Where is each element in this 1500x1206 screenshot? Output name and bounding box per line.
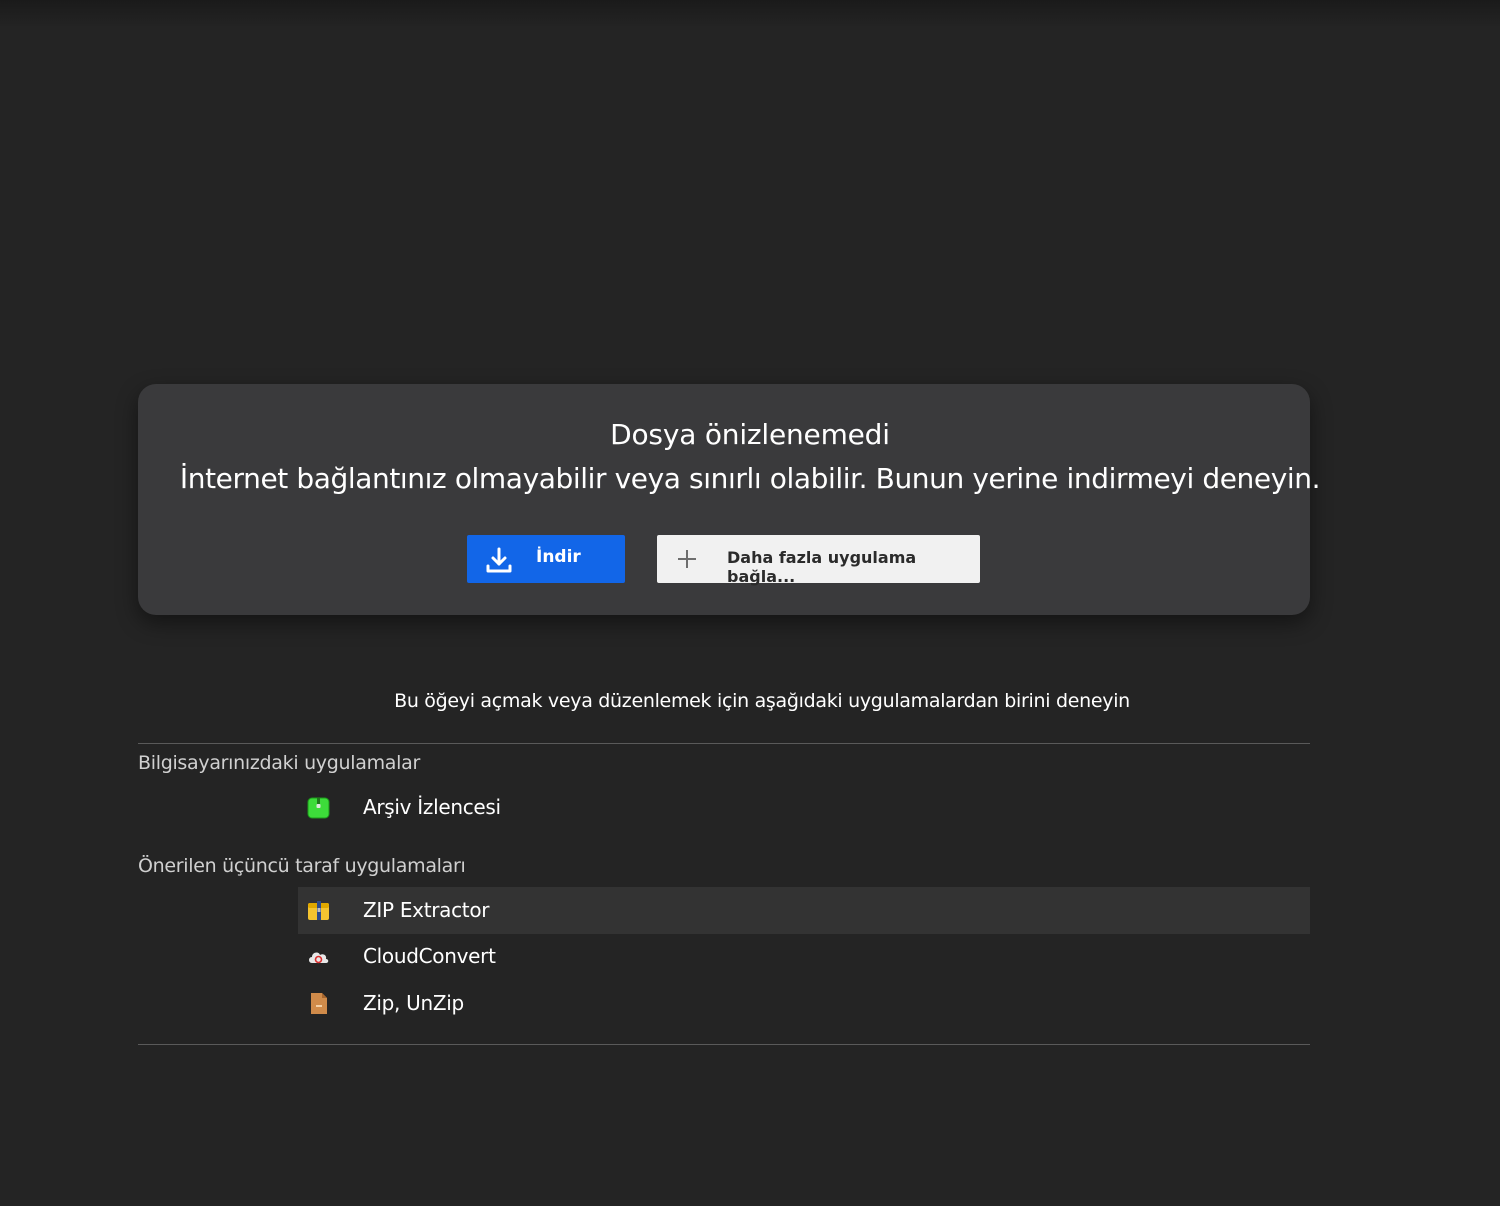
app-row-archive-utility[interactable]: Arşiv İzlencesi bbox=[298, 784, 1310, 831]
preview-error-title: Dosya önizlenemedi bbox=[610, 418, 890, 451]
connect-more-apps-label: Daha fazla uygulama bağla... bbox=[727, 548, 917, 586]
app-name: ZIP Extractor bbox=[363, 898, 490, 922]
preview-page: Dosya önizlenemedi İnternet bağlantınız … bbox=[0, 0, 1500, 1206]
app-row-zip-unzip[interactable]: Zip, UnZip bbox=[298, 980, 1310, 1027]
computer-apps-heading: Bilgisayarınızdaki uygulamalar bbox=[138, 752, 420, 774]
third-party-apps-heading: Önerilen üçüncü taraf uygulamaları bbox=[138, 855, 466, 877]
app-name: CloudConvert bbox=[363, 944, 496, 968]
download-button-label: İndir bbox=[536, 547, 581, 567]
plus-icon bbox=[678, 550, 696, 568]
cloudconvert-icon bbox=[309, 952, 329, 964]
connect-more-apps-button[interactable]: Daha fazla uygulama bağla... bbox=[657, 535, 980, 586]
top-divider bbox=[138, 743, 1310, 744]
open-with-hint: Bu öğeyi açmak veya düzenlemek için aşağ… bbox=[394, 690, 1130, 712]
top-shadow bbox=[0, 0, 1500, 28]
download-button[interactable]: İndir bbox=[467, 535, 625, 583]
bottom-divider bbox=[138, 1044, 1310, 1045]
archive-utility-icon bbox=[307, 797, 330, 819]
app-row-zip-extractor[interactable]: ZIP Extractor bbox=[298, 887, 1310, 934]
preview-error-message: İnternet bağlantınız olmayabilir veya sı… bbox=[179, 462, 1321, 495]
zip-extractor-icon bbox=[308, 901, 329, 920]
app-row-cloudconvert[interactable]: CloudConvert bbox=[298, 933, 1310, 980]
app-name: Zip, UnZip bbox=[363, 991, 464, 1015]
zip-unzip-icon bbox=[311, 993, 327, 1014]
download-icon bbox=[486, 547, 512, 573]
app-name: Arşiv İzlencesi bbox=[363, 795, 501, 819]
